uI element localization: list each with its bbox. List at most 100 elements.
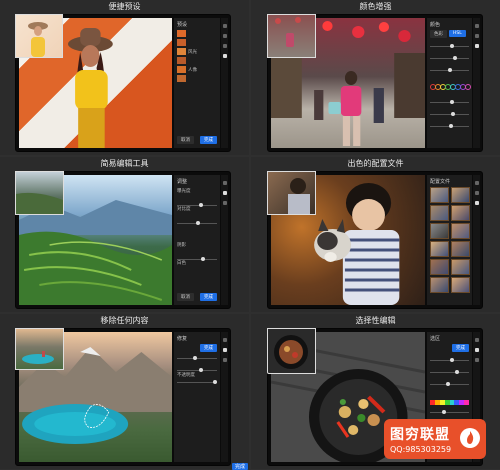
profile-thumb[interactable] <box>451 259 470 275</box>
profile-icon[interactable] <box>474 201 479 205</box>
brand-watermark: 图穷联盟 QQ:985303259 <box>384 419 486 459</box>
profile-thumb[interactable] <box>430 259 449 275</box>
panel-header: 选区 <box>430 336 441 342</box>
heal-row: 不透明度 <box>177 373 195 378</box>
shadows-slider[interactable] <box>177 257 217 261</box>
profile-thumb[interactable] <box>451 277 470 293</box>
before-inset <box>267 328 316 374</box>
profile-thumb[interactable] <box>430 277 449 293</box>
panel-header: 配置文件 <box>430 179 451 185</box>
hsl-slider[interactable] <box>430 112 469 116</box>
profile-panel: 配置文件 <box>427 175 472 305</box>
feature-title: 简易编辑工具 <box>100 159 149 168</box>
size-slider[interactable] <box>177 356 217 360</box>
heal-panel: 修复 不透明度 完成 <box>174 332 220 462</box>
hsl-slider[interactable] <box>430 124 469 128</box>
profile-thumb[interactable] <box>430 205 449 221</box>
inset-lake <box>22 351 54 364</box>
saturation-slider[interactable] <box>430 56 469 60</box>
feature-card-edit-tools: 简易编辑工具 调整 曝光度 对比度 阴影 白色 取消 完成 <box>0 157 249 312</box>
sliders-icon[interactable] <box>474 44 479 48</box>
color-swatch[interactable] <box>465 84 471 90</box>
preset-item[interactable]: 人像 <box>174 66 220 75</box>
mask-slider[interactable] <box>430 382 469 386</box>
tool-strip <box>221 18 228 148</box>
preset-item[interactable] <box>174 39 220 48</box>
heal-icon[interactable] <box>222 348 227 352</box>
tool-strip <box>221 332 228 462</box>
before-inset <box>267 171 316 215</box>
crop-icon[interactable] <box>474 181 479 185</box>
crop-icon[interactable] <box>222 24 227 28</box>
brush-icon[interactable] <box>222 34 227 38</box>
crop-icon[interactable] <box>222 338 227 342</box>
profile-thumb[interactable] <box>451 205 470 221</box>
adjust-row: 对比度 <box>177 207 191 212</box>
tab-color-mix[interactable]: 色彩 <box>430 30 447 38</box>
sliders-icon[interactable] <box>474 191 479 195</box>
panel-header: 修复 <box>177 336 188 342</box>
cancel-button[interactable]: 取消 <box>177 293 194 301</box>
brand-name: 图穷联盟 <box>390 427 450 443</box>
profile-thumb[interactable] <box>430 241 449 257</box>
sliders-icon[interactable] <box>474 358 479 362</box>
profile-thumb[interactable] <box>451 241 470 257</box>
sliders-icon[interactable] <box>222 54 227 58</box>
selective-icon[interactable] <box>474 348 479 352</box>
feature-title: 移除任何内容 <box>100 316 149 325</box>
confirm-button[interactable]: 完成 <box>200 136 217 144</box>
panel-header: 预设 <box>177 22 188 28</box>
feature-title: 颜色增强 <box>359 2 392 11</box>
confirm-button[interactable]: 完成 <box>200 293 217 301</box>
range-slider[interactable] <box>430 410 469 414</box>
hue-slider[interactable] <box>430 44 469 48</box>
profile-thumb[interactable] <box>451 187 470 203</box>
confirm-button[interactable]: 完成 <box>452 344 469 352</box>
preset-item[interactable] <box>174 75 220 84</box>
sliders-icon[interactable] <box>222 358 227 362</box>
panel-header: 颜色 <box>430 22 441 28</box>
exposure-slider[interactable] <box>177 203 217 207</box>
brush-icon[interactable] <box>474 34 479 38</box>
tab-hsl[interactable]: HSL <box>449 30 466 37</box>
flame-icon <box>460 428 480 448</box>
hsl-slider[interactable] <box>430 100 469 104</box>
sliders-icon[interactable] <box>222 191 227 195</box>
profile-thumb[interactable] <box>430 187 449 203</box>
preset-item[interactable]: 风光 <box>174 48 220 57</box>
brush-icon[interactable] <box>222 201 227 205</box>
adjust-row <box>174 232 220 241</box>
color-panel: 颜色 色彩 HSL <box>427 18 472 148</box>
cancel-button[interactable]: 取消 <box>177 136 194 144</box>
contrast-slider[interactable] <box>177 221 217 225</box>
mask-slider[interactable] <box>430 358 469 362</box>
feather-slider[interactable] <box>177 368 217 372</box>
crop-icon[interactable] <box>474 338 479 342</box>
adjust-row <box>174 196 220 205</box>
color-spectrum[interactable] <box>430 400 469 405</box>
profile-thumb[interactable] <box>451 223 470 239</box>
feature-card-profiles: 出色的配置文件 配置文件 <box>251 157 500 312</box>
luminance-slider[interactable] <box>430 68 469 72</box>
crop-icon[interactable] <box>222 181 227 185</box>
brand-qq: QQ:985303259 <box>390 445 452 454</box>
mask-slider[interactable] <box>430 370 469 374</box>
heal-icon[interactable] <box>222 44 227 48</box>
inset-figure <box>28 22 48 57</box>
profile-thumb[interactable] <box>430 223 449 239</box>
preset-item[interactable] <box>174 57 220 66</box>
feature-card-remove: 移除任何内容 修复 不透明度 完成 <box>0 314 249 469</box>
feature-card-color: 颜色增强 颜色 色彩 HSL <box>251 0 500 155</box>
feature-title: 选择性编辑 <box>355 316 396 325</box>
before-inset <box>267 14 316 58</box>
adjust-row <box>174 268 220 277</box>
corner-confirm-button[interactable]: 完成 <box>232 463 249 470</box>
preset-item[interactable] <box>174 30 220 39</box>
inset-street <box>275 17 301 47</box>
adjust-row: 曝光度 <box>177 189 191 194</box>
spectrum-segment <box>464 400 469 405</box>
crop-icon[interactable] <box>474 24 479 28</box>
confirm-button[interactable]: 完成 <box>200 344 217 352</box>
opacity-slider[interactable] <box>177 380 217 384</box>
inset-food <box>274 335 308 369</box>
